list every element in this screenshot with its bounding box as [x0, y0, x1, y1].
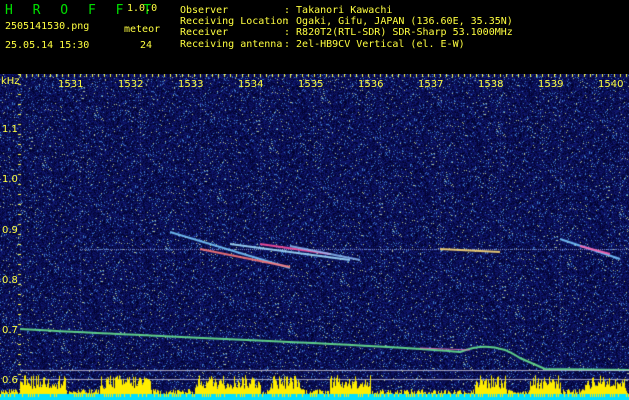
- freq-tick-label: 0.8: [2, 275, 18, 286]
- freq-tick-label: 1.0: [2, 174, 18, 185]
- antenna-label: Receiving antenna: [180, 39, 283, 50]
- meteor-label: meteor: [124, 24, 161, 35]
- receiver-label: Receiver: [180, 27, 229, 38]
- freq-tick-label: 0.7: [2, 325, 18, 336]
- time-tick-label: 1534: [238, 79, 264, 90]
- date-time: 25.05.14 15:30: [5, 40, 90, 51]
- time-tick-label: 1537: [418, 79, 444, 90]
- freq-tick-label: 1.1: [2, 124, 18, 135]
- time-tick-label: 1536: [358, 79, 384, 90]
- frequency-unit-label: kHz: [1, 76, 20, 87]
- time-tick-label: 1540: [598, 79, 624, 90]
- observer-label: Observer: [180, 5, 229, 16]
- time-tick-label: 1532: [118, 79, 144, 90]
- time-tick-label: 1531: [58, 79, 84, 90]
- freq-tick-label: 0.6: [2, 375, 18, 386]
- time-tick-label: 1539: [538, 79, 564, 90]
- freq-tick-label: 0.9: [2, 225, 18, 236]
- spectrogram-canvas: [0, 74, 629, 400]
- location-value: : Ogaki, Gifu, JAPAN (136.60E, 35.35N): [284, 16, 513, 27]
- location-label: Receiving Location: [180, 16, 289, 27]
- receiver-value: : R820T2(RTL-SDR) SDR-Sharp 53.1000MHz: [284, 27, 513, 38]
- file-name: 2505141530.png: [5, 21, 90, 32]
- antenna-value: : 2el-HB9CV Vertical (el. E-W): [284, 39, 465, 50]
- header-panel: H R O F F T 1.0.0 2505141530.png meteor …: [0, 0, 629, 74]
- meteor-count: 24: [140, 40, 153, 51]
- time-tick-label: 1535: [298, 79, 324, 90]
- time-tick-label: 1533: [178, 79, 204, 90]
- observer-value: : Takanori Kawachi: [284, 5, 393, 16]
- time-tick-label: 1538: [478, 79, 504, 90]
- app-version: 1.0.0: [127, 3, 158, 14]
